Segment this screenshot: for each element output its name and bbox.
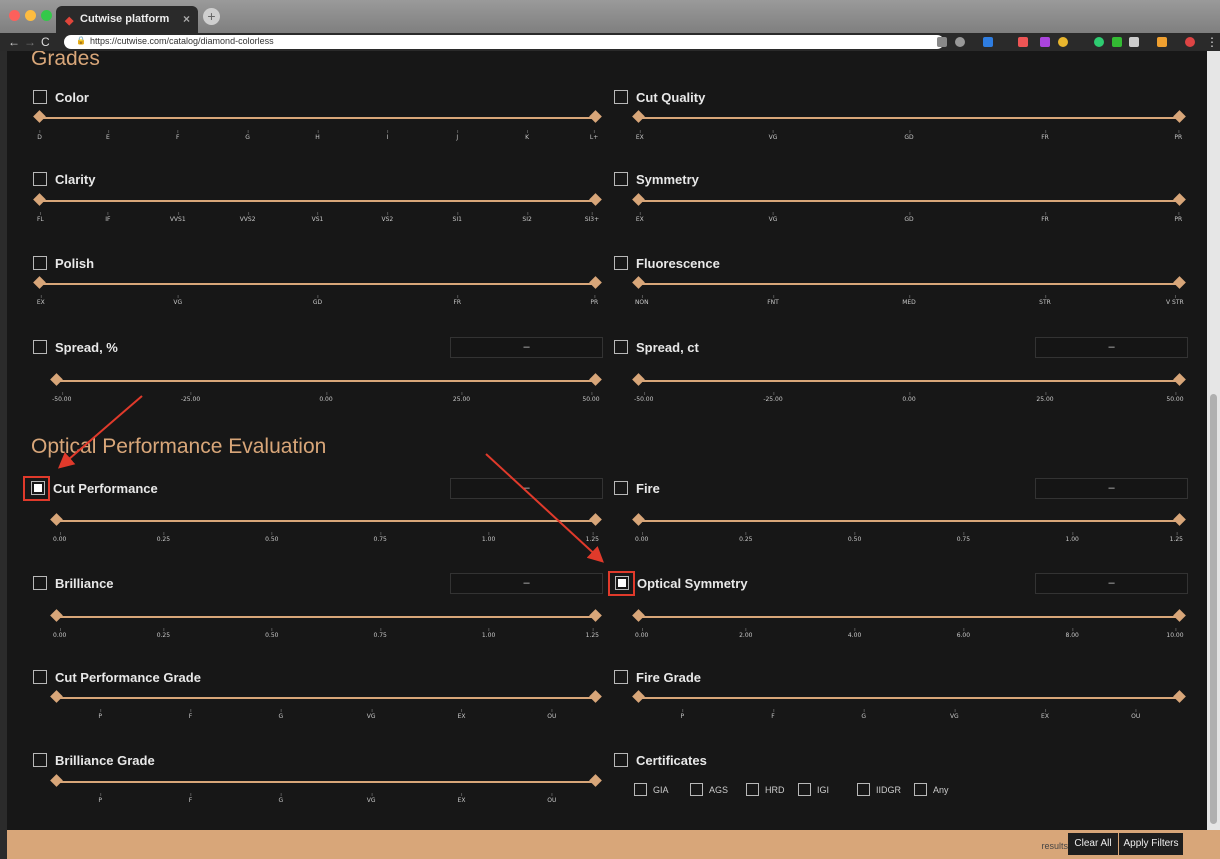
url-field[interactable]: 🔒 https://cutwise.com/catalog/diamond-co… [64, 35, 944, 49]
certificate-checkbox[interactable] [690, 783, 703, 796]
filter-footer: results Clear All Apply Filters [7, 830, 1220, 859]
certificate-checkbox[interactable] [914, 783, 927, 796]
tab-close-icon[interactable]: × [183, 12, 190, 26]
diamond-favicon-icon: ◆ [65, 15, 74, 27]
certificate-option[interactable]: GIA [634, 783, 669, 797]
browser-menu-icon[interactable]: ⋮ [1206, 35, 1218, 49]
certificate-option[interactable]: IIDGR [857, 783, 901, 797]
scrollbar-thumb[interactable] [1210, 394, 1217, 824]
certificate-label: IIDGR [876, 785, 902, 795]
certificate-option[interactable]: IGI [798, 783, 829, 797]
forward-icon[interactable]: → [24, 35, 36, 49]
browser-tab-strip: ◆ Cutwise platform × + [0, 0, 1220, 33]
certificate-checkbox[interactable] [857, 783, 870, 796]
browser-tab-title: Cutwise platform [80, 13, 170, 25]
certificate-checkbox[interactable] [634, 783, 647, 796]
reload-icon[interactable]: C [41, 35, 50, 49]
extension-icon[interactable] [1129, 37, 1139, 47]
extension-icon[interactable] [1040, 37, 1050, 47]
certificate-option[interactable]: HRD [746, 783, 785, 797]
profile-avatar-icon[interactable] [1185, 37, 1195, 47]
certificate-label: GIA [653, 785, 669, 795]
new-tab-icon[interactable]: + [203, 8, 220, 25]
page-scrollbar[interactable] [1207, 51, 1220, 830]
certificate-option[interactable]: Any [914, 783, 949, 797]
address-bar-row: ← → C 🔒 https://cutwise.com/catalog/diam… [0, 33, 1220, 51]
certificate-checkbox[interactable] [798, 783, 811, 796]
back-icon[interactable]: ← [8, 35, 20, 49]
extension-icon[interactable] [983, 37, 993, 47]
certificate-option[interactable]: AGS [690, 783, 728, 797]
translate-icon[interactable] [937, 37, 947, 47]
browser-tab[interactable]: ◆ Cutwise platform × [56, 6, 198, 33]
arrow-to-cut-performance [57, 395, 143, 469]
extension-icon[interactable] [1058, 37, 1068, 47]
url-text: https://cutwise.com/catalog/diamond-colo… [90, 36, 274, 46]
certificate-label: IGI [817, 785, 830, 795]
arrow-to-optical-symmetry [485, 453, 604, 563]
extension-icon[interactable] [1157, 37, 1167, 47]
results-count: results [1041, 841, 1068, 851]
certificate-label: HRD [765, 785, 785, 795]
filter-panel: Grades Color D E F G H I J K L+ Cut Quality EX VG… [7, 51, 1207, 830]
certificate-label: Any [933, 785, 949, 795]
certificate-label: AGS [709, 785, 729, 795]
clear-all-button[interactable]: Clear All [1068, 833, 1118, 855]
extension-icon[interactable] [1112, 37, 1122, 47]
extension-icon[interactable] [1094, 37, 1104, 47]
window-minimize-icon[interactable] [25, 10, 36, 21]
extension-icon[interactable] [1018, 37, 1028, 47]
window-close-icon[interactable] [9, 10, 20, 21]
apply-filters-button[interactable]: Apply Filters [1119, 833, 1183, 855]
lock-icon: 🔒 [76, 36, 86, 45]
window-zoom-icon[interactable] [41, 10, 52, 21]
annotation-arrows [57, 395, 604, 563]
bookmark-star-icon[interactable] [955, 37, 965, 47]
certificate-checkbox[interactable] [746, 783, 759, 796]
